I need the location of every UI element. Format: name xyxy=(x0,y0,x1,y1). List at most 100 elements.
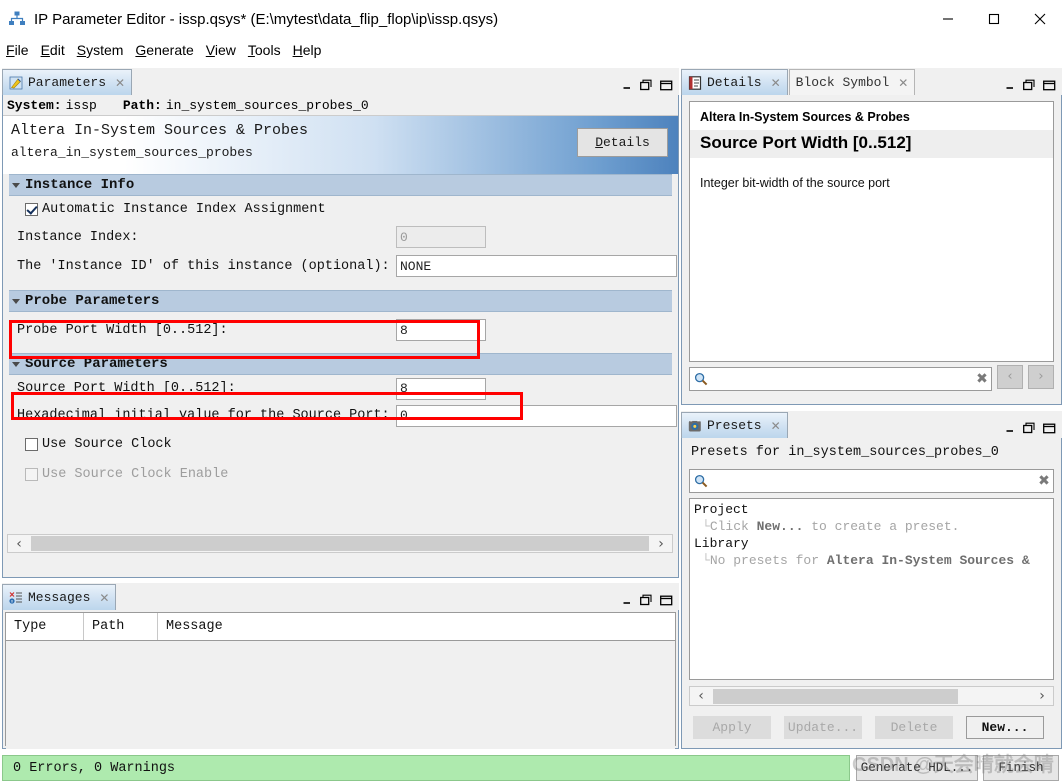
source-port-width-field[interactable]: 8 xyxy=(396,377,486,400)
scrollbar-thumb[interactable] xyxy=(31,536,649,551)
scroll-right-icon[interactable]: › xyxy=(1031,688,1053,704)
details-prev-button[interactable]: ‹ xyxy=(997,364,1023,389)
restore-panel-icon[interactable] xyxy=(640,594,653,606)
use-source-clock-checkbox[interactable] xyxy=(25,437,38,451)
section-header-source-parameters[interactable]: Source Parameters xyxy=(9,353,672,375)
messages-panel-controls xyxy=(622,594,679,610)
scroll-right-icon[interactable]: › xyxy=(650,536,672,552)
restore-panel-icon[interactable] xyxy=(1023,79,1036,91)
source-hex-initial-value-field[interactable]: 0 xyxy=(396,404,677,427)
row-instance-id: The 'Instance ID' of this instance (opti… xyxy=(3,252,678,280)
row-probe-port-width: Probe Port Width [0..512]: 8 xyxy=(3,312,678,348)
maximize-icon[interactable] xyxy=(971,0,1017,38)
close-icon[interactable] xyxy=(1017,0,1063,38)
details-ip-title: Altera In-System Sources & Probes xyxy=(700,110,910,124)
menu-edit[interactable]: Edit xyxy=(35,42,71,58)
presets-horizontal-scrollbar[interactable]: ‹ › xyxy=(689,686,1054,706)
menu-generate[interactable]: Generate xyxy=(129,42,199,58)
menubar: FFileile Edit System Generate View Tools… xyxy=(0,38,1063,62)
details-card: Altera In-System Sources & Probes Source… xyxy=(689,101,1054,362)
maximize-panel-icon[interactable] xyxy=(1043,80,1056,91)
details-search-input[interactable] xyxy=(708,371,973,387)
clear-search-icon[interactable]: ✖ xyxy=(1035,473,1053,489)
search-icon xyxy=(694,474,708,488)
tab-presets[interactable]: A B Presets ✕ xyxy=(681,412,788,438)
maximize-panel-icon[interactable] xyxy=(1043,423,1056,434)
row-use-source-clock[interactable]: Use Source Clock xyxy=(3,429,678,459)
tab-messages[interactable]: 0 Messages ✕ xyxy=(2,584,117,610)
parameters-panel: Parameters ✕ System: issp Path: in_syste… xyxy=(2,68,679,578)
tab-messages-close-icon[interactable]: ✕ xyxy=(99,591,109,605)
tab-details-close-icon[interactable]: ✕ xyxy=(771,76,781,90)
tab-block-symbol-close-icon[interactable]: ✕ xyxy=(898,76,908,90)
row-automatic-instance-index[interactable]: Automatic Instance Index Assignment xyxy=(3,196,678,222)
messages-tabstrip: 0 Messages ✕ xyxy=(2,583,679,611)
details-button[interactable]: Details xyxy=(577,128,668,157)
details-parameter-description: Integer bit-width of the source port xyxy=(700,176,890,190)
messages-icon: 0 xyxy=(9,591,22,604)
presets-button-row: Apply Update... Delete New... xyxy=(689,716,1054,739)
minimize-panel-icon[interactable] xyxy=(622,80,633,91)
generate-hdl-button[interactable]: Generate HDL... xyxy=(856,755,978,781)
minimize-icon[interactable] xyxy=(925,0,971,38)
tree-item-library[interactable]: Library xyxy=(694,535,1049,552)
finish-button[interactable]: Finish xyxy=(983,755,1059,781)
tree-item-project[interactable]: Project xyxy=(694,501,1049,518)
maximize-panel-icon[interactable] xyxy=(660,80,673,91)
menu-tools[interactable]: Tools xyxy=(242,42,287,58)
tab-block-symbol[interactable]: Block Symbol ✕ xyxy=(788,69,916,95)
section-header-instance-info[interactable]: Instance Info xyxy=(9,174,672,196)
scrollbar-thumb[interactable] xyxy=(713,688,958,704)
instance-id-field[interactable]: NONE xyxy=(396,255,677,277)
delete-button: Delete xyxy=(875,716,953,739)
new-preset-button[interactable]: New... xyxy=(966,716,1044,739)
tab-details[interactable]: Details ✕ xyxy=(681,69,788,95)
details-next-button[interactable]: › xyxy=(1028,364,1054,389)
ip-identifier: altera_in_system_sources_probes xyxy=(11,145,253,160)
scroll-left-icon[interactable]: ‹ xyxy=(8,536,30,552)
menu-help[interactable]: Help xyxy=(287,42,328,58)
minimize-panel-icon[interactable] xyxy=(1005,80,1016,91)
presets-body: Presets for in_system_sources_probes_0 ✖… xyxy=(681,438,1062,749)
clear-search-icon[interactable]: ✖ xyxy=(973,371,991,387)
automatic-instance-index-checkbox[interactable] xyxy=(25,202,38,216)
presets-search-bar[interactable]: ✖ xyxy=(689,469,1054,493)
tab-presets-close-icon[interactable]: ✕ xyxy=(771,419,781,433)
section-header-probe-parameters[interactable]: Probe Parameters xyxy=(9,290,672,312)
parameters-scroll-area: Instance Info Automatic Instance Index A… xyxy=(3,174,678,557)
tab-block-symbol-label: Block Symbol xyxy=(795,75,890,90)
use-source-clock-enable-label: Use Source Clock Enable xyxy=(42,466,229,482)
details-icon xyxy=(688,75,702,90)
minimize-panel-icon[interactable] xyxy=(622,595,633,606)
presets-heading: Presets for in_system_sources_probes_0 xyxy=(691,445,999,460)
scroll-left-icon[interactable]: ‹ xyxy=(690,688,712,704)
menu-file[interactable]: FFileile xyxy=(0,42,35,58)
minimize-panel-icon[interactable] xyxy=(1005,423,1016,434)
probe-port-width-field[interactable]: 8 xyxy=(396,319,486,341)
restore-panel-icon[interactable] xyxy=(640,79,653,91)
parameters-tabstrip: Parameters ✕ xyxy=(2,68,679,96)
tab-parameters[interactable]: Parameters ✕ xyxy=(2,69,133,95)
window-controls xyxy=(925,0,1063,38)
menu-view[interactable]: View xyxy=(200,42,242,58)
messages-body: Type Path Message xyxy=(2,610,679,749)
restore-panel-icon[interactable] xyxy=(1023,422,1036,434)
parameters-panel-controls xyxy=(622,79,679,95)
parameters-horizontal-scrollbar[interactable]: ‹ › xyxy=(7,534,673,553)
presets-tree[interactable]: Project └Click New... to create a preset… xyxy=(689,498,1054,680)
details-search-bar[interactable]: ✖ xyxy=(689,367,992,391)
apply-button: Apply xyxy=(693,716,771,739)
messages-column-path[interactable]: Path xyxy=(84,613,158,640)
tab-parameters-close-icon[interactable]: ✕ xyxy=(115,76,125,90)
messages-column-type[interactable]: Type xyxy=(6,613,84,640)
maximize-panel-icon[interactable] xyxy=(660,595,673,606)
presets-icon: A B xyxy=(688,419,701,431)
messages-panel: 0 Messages ✕ Type Path Message xyxy=(2,583,679,749)
menu-system[interactable]: System xyxy=(71,42,130,58)
details-tabstrip: Details ✕ Block Symbol ✕ xyxy=(681,68,1062,96)
tab-messages-label: Messages xyxy=(28,590,91,605)
messages-column-message[interactable]: Message xyxy=(158,613,675,640)
presets-search-input[interactable] xyxy=(708,473,1035,489)
source-port-width-label: Source Port Width [0..512]: xyxy=(17,381,236,396)
presets-panel-controls xyxy=(1005,422,1062,438)
